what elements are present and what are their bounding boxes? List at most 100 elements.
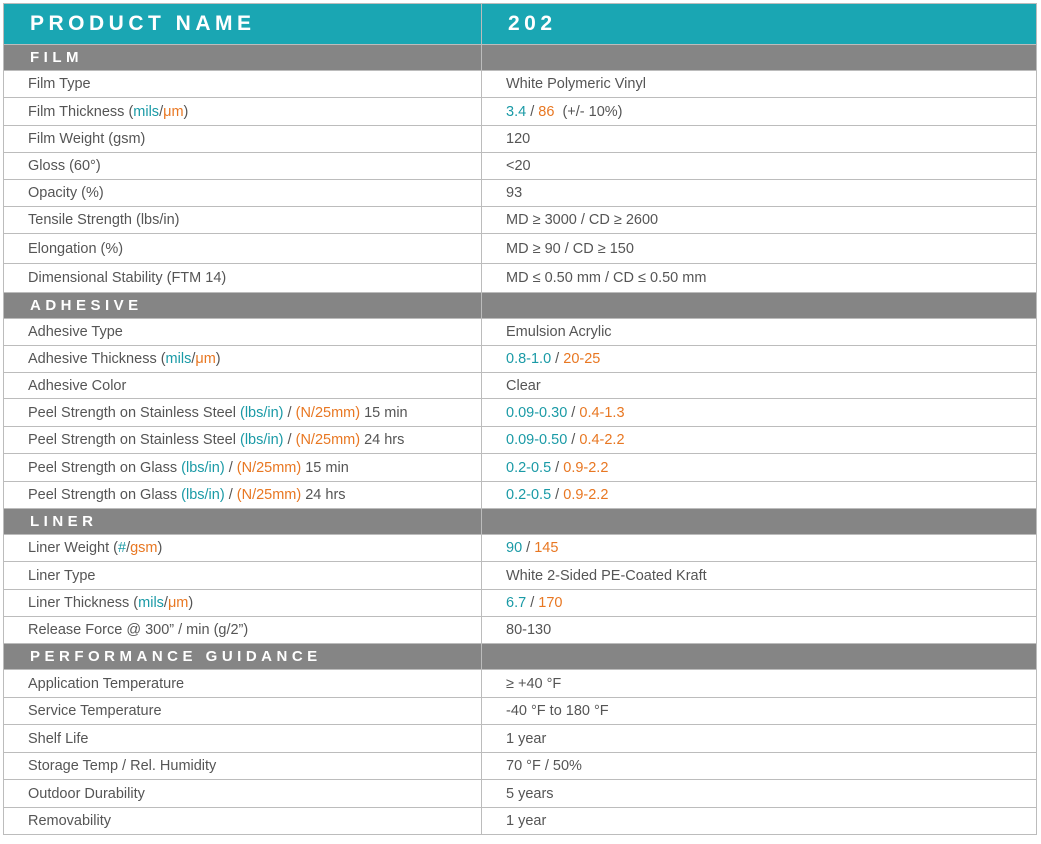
plain-text: MD ≤ 0.50 mm / CD ≤ 0.50 mm — [506, 270, 707, 286]
metric-unit-text: (N/25mm) — [295, 432, 361, 448]
spec-name: Peel Strength on Stainless Steel (lbs/in… — [4, 405, 481, 421]
section-blank-cell — [481, 292, 1037, 319]
header-value-cell: 202 — [481, 3, 1037, 45]
header-label-cell: PRODUCT NAME — [3, 3, 482, 45]
spec-value-cell: 5 years — [481, 779, 1037, 808]
spec-value-cell: <20 — [481, 152, 1037, 180]
spec-row: Opacity (%) 93 — [3, 179, 1037, 207]
spec-name-cell: Film Type — [3, 70, 482, 98]
spec-value: MD ≥ 3000 / CD ≥ 2600 — [482, 212, 1036, 228]
section-blank-cell — [481, 643, 1037, 670]
section-title-cell: LINER — [3, 508, 482, 535]
plain-text: / — [567, 432, 580, 448]
spec-name-cell: Service Temperature — [3, 697, 482, 725]
metric-unit-text: (N/25mm) — [236, 487, 302, 503]
section-title: ADHESIVE — [30, 297, 143, 314]
imperial-unit-text: (lbs/in) — [181, 459, 225, 476]
spec-name-cell: Outdoor Durability — [3, 779, 482, 808]
metric-unit-text: 0.4-2.2 — [579, 432, 625, 448]
plain-text: Adhesive Type — [28, 324, 123, 340]
plain-text: Removability — [28, 813, 111, 829]
section-blank-cell — [481, 44, 1037, 71]
plain-text: Liner Weight ( — [28, 540, 118, 556]
plain-text: Adhesive Color — [28, 377, 127, 394]
metric-unit-text: 170 — [538, 595, 563, 611]
plain-text: Peel Strength on Stainless Steel — [28, 432, 240, 448]
metric-unit-text: 0.4-1.3 — [579, 404, 625, 421]
plain-text: Application Temperature — [28, 675, 185, 692]
spec-row: Elongation (%) MD ≥ 90 / CD ≥ 150 — [3, 233, 1037, 264]
metric-unit-text: μm — [163, 103, 184, 120]
plain-text: Shelf Life — [28, 730, 89, 747]
spec-row: Tensile Strength (lbs/in) MD ≥ 3000 / CD … — [3, 206, 1037, 234]
plain-text: / — [551, 351, 564, 367]
spec-row: Dimensional Stability (FTM 14) MD ≤ 0.50 … — [3, 263, 1037, 293]
spec-name: Storage Temp / Rel. Humidity — [4, 758, 481, 774]
spec-value: 0.09-0.50 / 0.4-2.2 — [482, 432, 1036, 448]
imperial-unit-text: 6.7 — [506, 595, 527, 611]
spec-name: Liner Type — [4, 568, 481, 584]
spec-value-cell: Emulsion Acrylic — [481, 318, 1037, 346]
metric-unit-text: μm — [195, 351, 216, 367]
plain-text: Peel Strength on Glass — [28, 459, 182, 476]
spec-value-cell: -40 °F to 180 °F — [481, 697, 1037, 725]
plain-text: <20 — [506, 158, 531, 174]
spec-value: MD ≤ 0.50 mm / CD ≤ 0.50 mm — [482, 270, 1036, 286]
spec-row: Outdoor Durability 5 years — [3, 779, 1037, 808]
spec-value: 1 year — [482, 731, 1036, 747]
spec-row: Shelf Life 1 year — [3, 724, 1037, 753]
plain-text: Liner Thickness ( — [28, 595, 139, 611]
spec-row: Film Weight (gsm) 120 — [3, 125, 1037, 153]
spec-name: Tensile Strength (lbs/in) — [4, 212, 481, 228]
spec-row: Removability 1 year — [3, 807, 1037, 835]
metric-unit-text: 86 — [538, 103, 555, 120]
imperial-unit-text: 0.8-1.0 — [506, 351, 552, 367]
spec-name-cell: Shelf Life — [3, 724, 482, 753]
plain-text: 24 hrs — [301, 487, 346, 503]
spec-row: Storage Temp / Rel. Humidity 70 °F / 50% — [3, 752, 1037, 780]
imperial-unit-text: mils — [165, 351, 192, 367]
section-title: LINER — [30, 513, 98, 530]
spec-name: Peel Strength on Stainless Steel (lbs/in… — [4, 432, 481, 448]
plain-text: 93 — [506, 185, 523, 201]
spec-value: 90 / 145 — [482, 540, 1036, 556]
spec-value-cell: White 2-Sided PE-Coated Kraft — [481, 561, 1037, 590]
metric-unit-text: 0.9-2.2 — [563, 487, 609, 503]
spec-name-cell: Liner Weight (#/gsm) — [3, 534, 482, 562]
plain-text: Peel Strength on Stainless Steel — [28, 404, 240, 421]
spec-name: Gloss (60°) — [4, 158, 481, 174]
spec-row: Peel Strength on Stainless Steel (lbs/in… — [3, 398, 1037, 427]
spec-name: Liner Weight (#/gsm) — [4, 540, 481, 556]
spec-name: Film Type — [4, 76, 481, 92]
spec-value: -40 °F to 180 °F — [482, 703, 1036, 719]
spec-value: 0.2-0.5 / 0.9-2.2 — [482, 487, 1036, 503]
spec-value-cell: 0.8-1.0 / 20-25 — [481, 345, 1037, 373]
plain-text: White Polymeric Vinyl — [506, 76, 646, 92]
spec-name: Film Weight (gsm) — [4, 131, 481, 147]
spec-value-cell: ≥ +40 °F — [481, 669, 1037, 698]
spec-row: Film Thickness (mils/μm) 3.4 / 86 (+/- 10… — [3, 97, 1037, 126]
plain-text: 120 — [506, 131, 531, 147]
imperial-unit-text: 0.09-0.50 — [506, 432, 568, 448]
spec-value: 70 °F / 50% — [482, 758, 1036, 774]
plain-text: 1 year — [506, 730, 547, 747]
spec-name: Liner Thickness (mils/μm) — [4, 595, 481, 611]
imperial-unit-text: (lbs/in) — [240, 432, 284, 448]
plain-text: ) — [215, 351, 221, 367]
spec-row: Peel Strength on Stainless Steel (lbs/in… — [3, 426, 1037, 454]
header-value: 202 — [508, 12, 557, 35]
plain-text: 1 year — [506, 813, 547, 829]
spec-row: Liner Thickness (mils/μm) 6.7 / 170 — [3, 589, 1037, 617]
spec-name-cell: Gloss (60°) — [3, 152, 482, 180]
section-header-row: PERFORMANCE GUIDANCE — [3, 643, 1037, 670]
spec-name-cell: Liner Type — [3, 561, 482, 590]
spec-name-cell: Film Thickness (mils/μm) — [3, 97, 482, 126]
spec-row: Adhesive Type Emulsion Acrylic — [3, 318, 1037, 346]
spec-name-cell: Adhesive Type — [3, 318, 482, 346]
plain-text: / — [526, 103, 539, 120]
plain-text: ≥ +40 °F — [506, 675, 562, 692]
spec-name: Adhesive Type — [4, 324, 481, 340]
metric-unit-text: (N/25mm) — [295, 404, 361, 421]
plain-text: / — [551, 487, 564, 503]
spec-value: 6.7 / 170 — [482, 595, 1036, 611]
